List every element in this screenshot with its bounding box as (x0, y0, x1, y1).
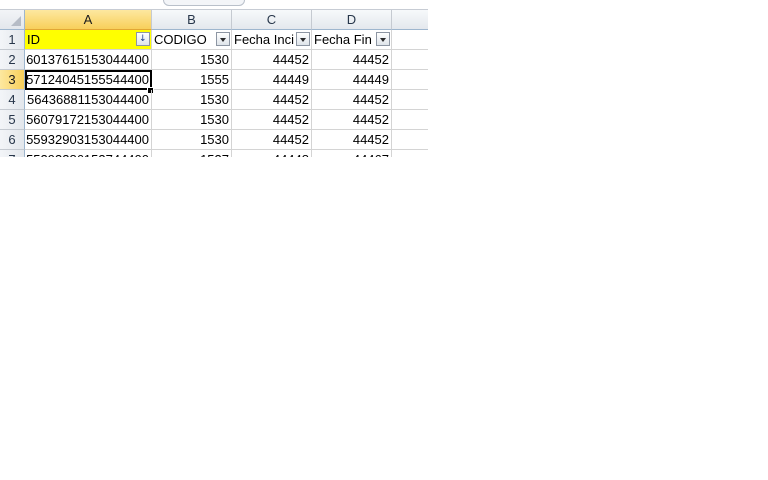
header-label-id: ID (27, 32, 40, 47)
table-row: 3 57124045155544400 1555 44449 44449 (0, 70, 428, 90)
ribbon-edge (0, 0, 428, 10)
cell-codigo[interactable]: 1530 (152, 90, 232, 110)
cell-id[interactable]: 56079172153044400 (25, 110, 152, 130)
sort-filter-dropdown-icon[interactable]: ↓ (136, 32, 150, 46)
row-header-5[interactable]: 5 (0, 110, 25, 130)
filter-dropdown-icon[interactable] (376, 32, 390, 46)
cell-id[interactable]: 60137615153044400 (25, 50, 152, 70)
sheet-tab-edge (163, 0, 245, 6)
cell-id[interactable]: 55293286153744400 (25, 150, 152, 157)
header-cell-fecha-inicio[interactable]: Fecha Inci (232, 30, 312, 50)
table-row: 2 60137615153044400 1530 44452 44452 (0, 50, 428, 70)
empty-cell[interactable] (392, 110, 428, 130)
column-header-e[interactable] (392, 10, 428, 30)
column-header-d[interactable]: D (312, 10, 392, 30)
cell-codigo[interactable]: 1530 (152, 130, 232, 150)
select-all-icon (11, 16, 21, 26)
table-row: 7 55293286153744400 1537 44448 44467 (0, 150, 428, 157)
cell-fecha-inicio[interactable]: 44452 (232, 110, 312, 130)
cell-fecha-inicio[interactable]: 44452 (232, 130, 312, 150)
empty-cell[interactable] (392, 90, 428, 110)
cell-fecha-inicio[interactable]: 44448 (232, 150, 312, 157)
filter-dropdown-icon[interactable] (216, 32, 230, 46)
cell-codigo[interactable]: 1555 (152, 70, 232, 90)
column-header-c[interactable]: C (232, 10, 312, 30)
cell-fecha-inicio[interactable]: 44452 (232, 50, 312, 70)
empty-cell[interactable] (392, 70, 428, 90)
header-cell-id[interactable]: ID ↓ (25, 30, 152, 50)
row-header-4[interactable]: 4 (0, 90, 25, 110)
table-row: 4 56436881153044400 1530 44452 44452 (0, 90, 428, 110)
table-row: 1 ID ↓ CODIGO Fecha Inci Fecha Fin (0, 30, 428, 50)
column-header-row: A B C D (0, 10, 428, 30)
select-all-button[interactable] (0, 10, 25, 30)
cell-fecha-fin[interactable]: 44467 (312, 150, 392, 157)
cell-fecha-fin[interactable]: 44449 (312, 70, 392, 90)
header-cell-codigo[interactable]: CODIGO (152, 30, 232, 50)
spreadsheet-viewport: A B C D 1 ID ↓ CODIGO Fecha Inci Fecha F… (0, 0, 428, 157)
row-header-7[interactable]: 7 (0, 150, 25, 157)
empty-cell[interactable] (392, 150, 428, 157)
cell-id[interactable]: 55932903153044400 (25, 130, 152, 150)
empty-cell[interactable] (392, 130, 428, 150)
empty-cell[interactable] (392, 50, 428, 70)
cell-fecha-fin[interactable]: 44452 (312, 130, 392, 150)
row-header-3[interactable]: 3 (0, 70, 25, 90)
filter-dropdown-icon[interactable] (296, 32, 310, 46)
row-header-6[interactable]: 6 (0, 130, 25, 150)
column-header-b[interactable]: B (152, 10, 232, 30)
cell-codigo[interactable]: 1530 (152, 110, 232, 130)
cell-codigo[interactable]: 1530 (152, 50, 232, 70)
row-header-1[interactable]: 1 (0, 30, 25, 50)
header-label-fecha-inicio: Fecha Inci (234, 32, 294, 47)
cell-fecha-fin[interactable]: 44452 (312, 50, 392, 70)
header-label-codigo: CODIGO (154, 32, 207, 47)
cell-fecha-fin[interactable]: 44452 (312, 90, 392, 110)
header-label-fecha-fin: Fecha Fin (314, 32, 372, 47)
cell-fecha-fin[interactable]: 44452 (312, 110, 392, 130)
row-header-2[interactable]: 2 (0, 50, 25, 70)
empty-cell[interactable] (392, 30, 428, 50)
cell-id[interactable]: 56436881153044400 (25, 90, 152, 110)
column-header-a[interactable]: A (25, 10, 152, 30)
active-cell-id[interactable]: 57124045155544400 (25, 70, 152, 90)
cell-fecha-inicio[interactable]: 44452 (232, 90, 312, 110)
table-row: 6 55932903153044400 1530 44452 44452 (0, 130, 428, 150)
table-row: 5 56079172153044400 1530 44452 44452 (0, 110, 428, 130)
header-cell-fecha-fin[interactable]: Fecha Fin (312, 30, 392, 50)
cell-codigo[interactable]: 1537 (152, 150, 232, 157)
cell-fecha-inicio[interactable]: 44449 (232, 70, 312, 90)
